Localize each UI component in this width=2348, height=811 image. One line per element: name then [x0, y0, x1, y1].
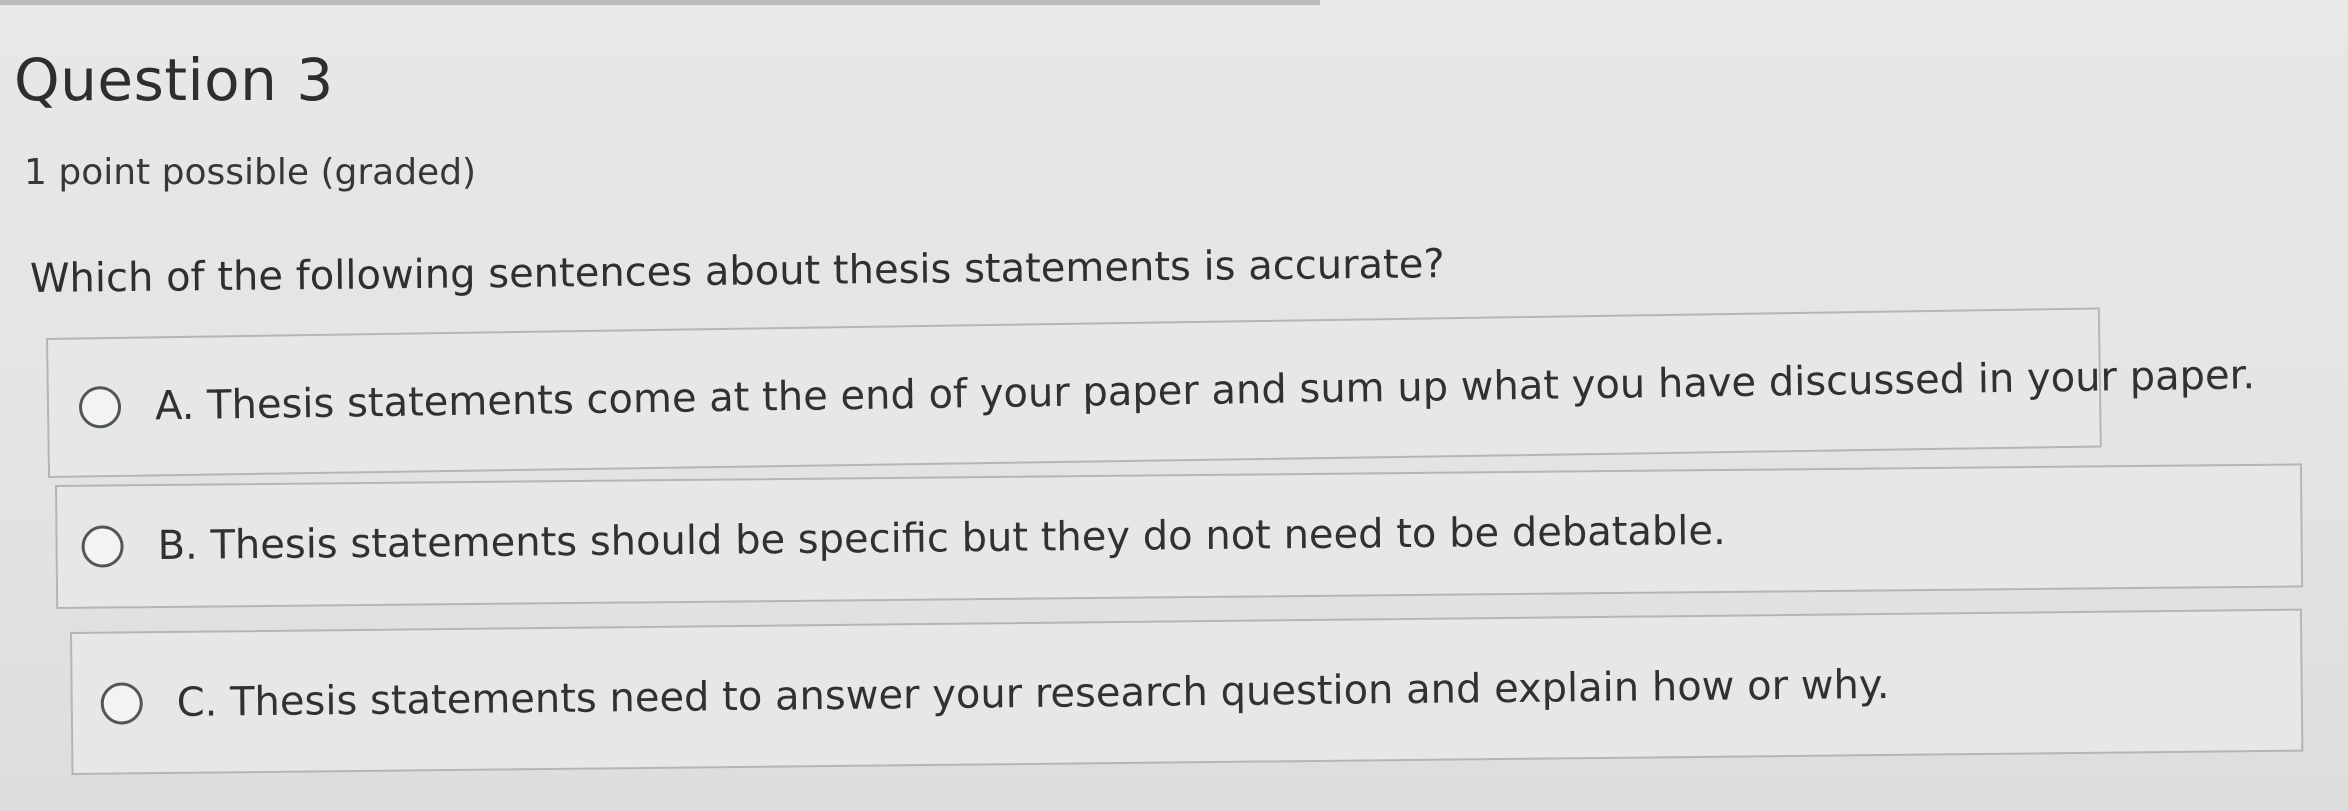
question-title: Question 3 [14, 46, 334, 114]
radio-button-b[interactable] [81, 525, 124, 568]
points-possible: 1 point possible (graded) [24, 152, 477, 193]
choice-b-label: B. Thesis statements should be specific … [157, 507, 1726, 570]
choice-b-option[interactable]: B. Thesis statements should be specific … [55, 463, 2304, 609]
choice-c-label: C. Thesis statements need to answer your… [176, 661, 1890, 726]
choice-c-option[interactable]: C. Thesis statements need to answer your… [70, 608, 2304, 775]
choice-a-option[interactable]: A. Thesis statements come at the end of … [46, 307, 2255, 478]
problem-container: Question 3 1 point possible (graded) Whi… [0, 0, 2348, 811]
choice-a-label: A. Thesis statements come at the end of … [154, 352, 2256, 430]
question-prompt: Which of the following sentences about t… [29, 241, 1445, 302]
radio-button-c[interactable] [100, 681, 143, 725]
radio-button-a[interactable] [78, 385, 122, 429]
